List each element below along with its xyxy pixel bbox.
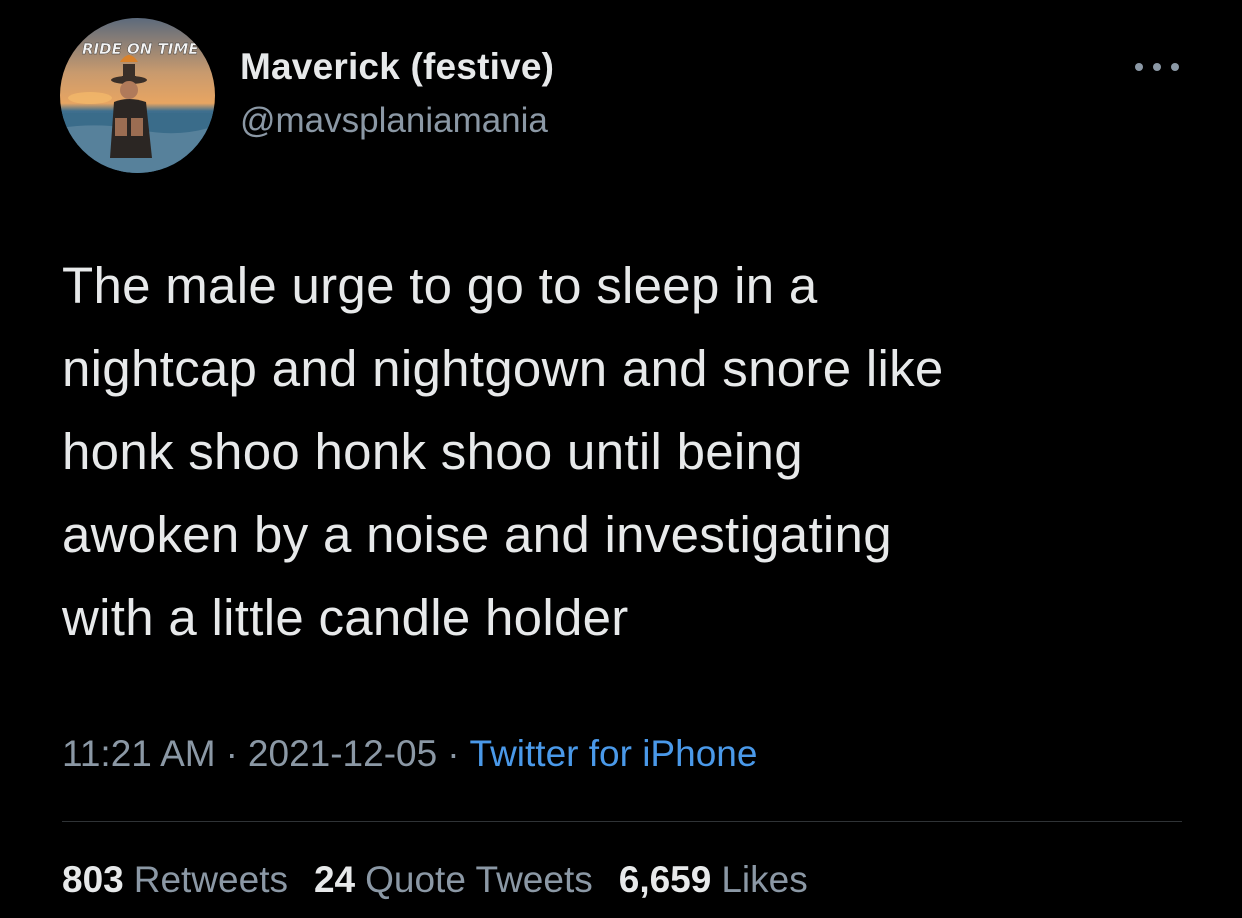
quote-tweets-stat[interactable]: 24 Quote Tweets bbox=[314, 859, 593, 901]
display-name[interactable]: Maverick (festive) bbox=[240, 46, 554, 88]
separator: · bbox=[225, 733, 238, 774]
tweet-time[interactable]: 11:21 AM bbox=[62, 733, 216, 774]
quote-tweets-label: Quote Tweets bbox=[365, 859, 593, 900]
divider bbox=[62, 821, 1182, 822]
more-options-button[interactable] bbox=[1128, 52, 1186, 82]
more-options-icon bbox=[1135, 63, 1179, 71]
retweets-count: 803 bbox=[62, 859, 124, 900]
likes-label: Likes bbox=[721, 859, 808, 900]
tweet-meta: 11:21 AM · 2021-12-05 · Twitter for iPhone bbox=[62, 733, 757, 775]
quote-tweets-count: 24 bbox=[313, 859, 356, 900]
user-handle[interactable]: @mavsplaniamania bbox=[240, 101, 548, 141]
tweet: RIDE ON TIME Maverick (festive) @mavspla… bbox=[0, 0, 1242, 918]
avatar-image: RIDE ON TIME bbox=[60, 18, 215, 173]
retweets-stat[interactable]: 803 Retweets bbox=[62, 859, 288, 901]
tweet-date[interactable]: 2021-12-05 bbox=[248, 733, 437, 774]
avatar-logo-text: RIDE ON TIME bbox=[82, 40, 199, 58]
likes-stat[interactable]: 6,659 Likes bbox=[619, 859, 808, 901]
avatar[interactable]: RIDE ON TIME bbox=[60, 18, 215, 173]
separator: · bbox=[447, 733, 460, 774]
tweet-text: The male urge to go to sleep in a nightc… bbox=[62, 257, 944, 646]
tweet-source-link[interactable]: Twitter for iPhone bbox=[470, 733, 758, 774]
tweet-stats: 803 Retweets 24 Quote Tweets 6,659 Likes bbox=[62, 859, 808, 901]
likes-count: 6,659 bbox=[618, 859, 712, 900]
retweets-label: Retweets bbox=[133, 859, 288, 900]
